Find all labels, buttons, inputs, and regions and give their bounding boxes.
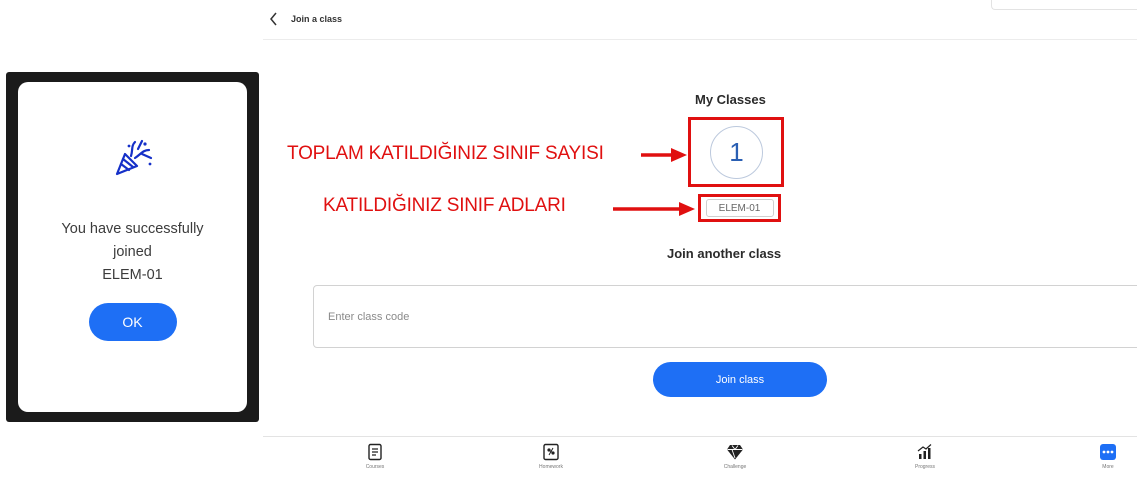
annotation-total-classes: TOPLAM KATILDIĞINIZ SINIF SAYISI	[287, 143, 604, 164]
join-class-page: Join a class My Classes TOPLAM KATILDIĞI…	[263, 0, 1137, 477]
nav-label: Progress	[914, 464, 935, 470]
topbar-corner-box	[991, 0, 1137, 10]
success-modal: You have successfully joined ELEM-01 OK	[18, 82, 247, 412]
nav-item-challenge[interactable]: Challenge	[705, 443, 765, 470]
top-bar: Join a class	[263, 0, 1137, 40]
annotation-arrow-icon	[613, 202, 695, 216]
class-names-highlight: ELEM-01	[698, 194, 781, 222]
success-message-line1: You have successfully	[61, 221, 204, 237]
success-message: You have successfully joined ELEM-01	[33, 218, 233, 287]
nav-label: Challenge	[723, 464, 747, 470]
class-count-highlight: 1	[688, 117, 784, 187]
class-chip[interactable]: ELEM-01	[705, 199, 774, 217]
nav-item-more[interactable]: More	[1078, 443, 1137, 470]
join-another-title: Join another class	[667, 246, 782, 261]
book-icon	[368, 443, 382, 461]
page-title: Join a class	[291, 14, 343, 24]
nav-label: Homework	[539, 464, 563, 470]
nav-item-homework[interactable]: Homework	[521, 443, 581, 470]
party-popper-icon	[115, 139, 152, 176]
class-code-input[interactable]	[313, 285, 1137, 348]
nav-item-courses[interactable]: Courses	[345, 443, 405, 470]
annotation-arrow-icon	[641, 148, 687, 162]
homework-icon	[543, 443, 559, 461]
more-icon	[1100, 444, 1116, 460]
nav-label: More	[1102, 464, 1114, 470]
success-message-line2: joined	[113, 244, 152, 260]
diamond-icon	[727, 445, 743, 460]
my-classes-title: My Classes	[695, 92, 766, 107]
nav-item-progress[interactable]: Progress	[895, 443, 955, 470]
bottom-nav: Courses Homework Challenge Progress More	[263, 436, 1137, 477]
joined-class-name: ELEM-01	[102, 267, 163, 283]
ok-button[interactable]: OK	[88, 303, 177, 341]
nav-label: Courses	[365, 464, 385, 470]
chevron-left-icon[interactable]	[269, 12, 279, 26]
success-dialog-screenshot: You have successfully joined ELEM-01 OK	[6, 72, 259, 422]
class-count: 1	[710, 126, 763, 179]
join-class-button[interactable]: Join class	[653, 362, 827, 397]
annotation-class-names: KATILDIĞINIZ SINIF ADLARI	[323, 195, 566, 216]
chart-icon	[917, 444, 932, 459]
